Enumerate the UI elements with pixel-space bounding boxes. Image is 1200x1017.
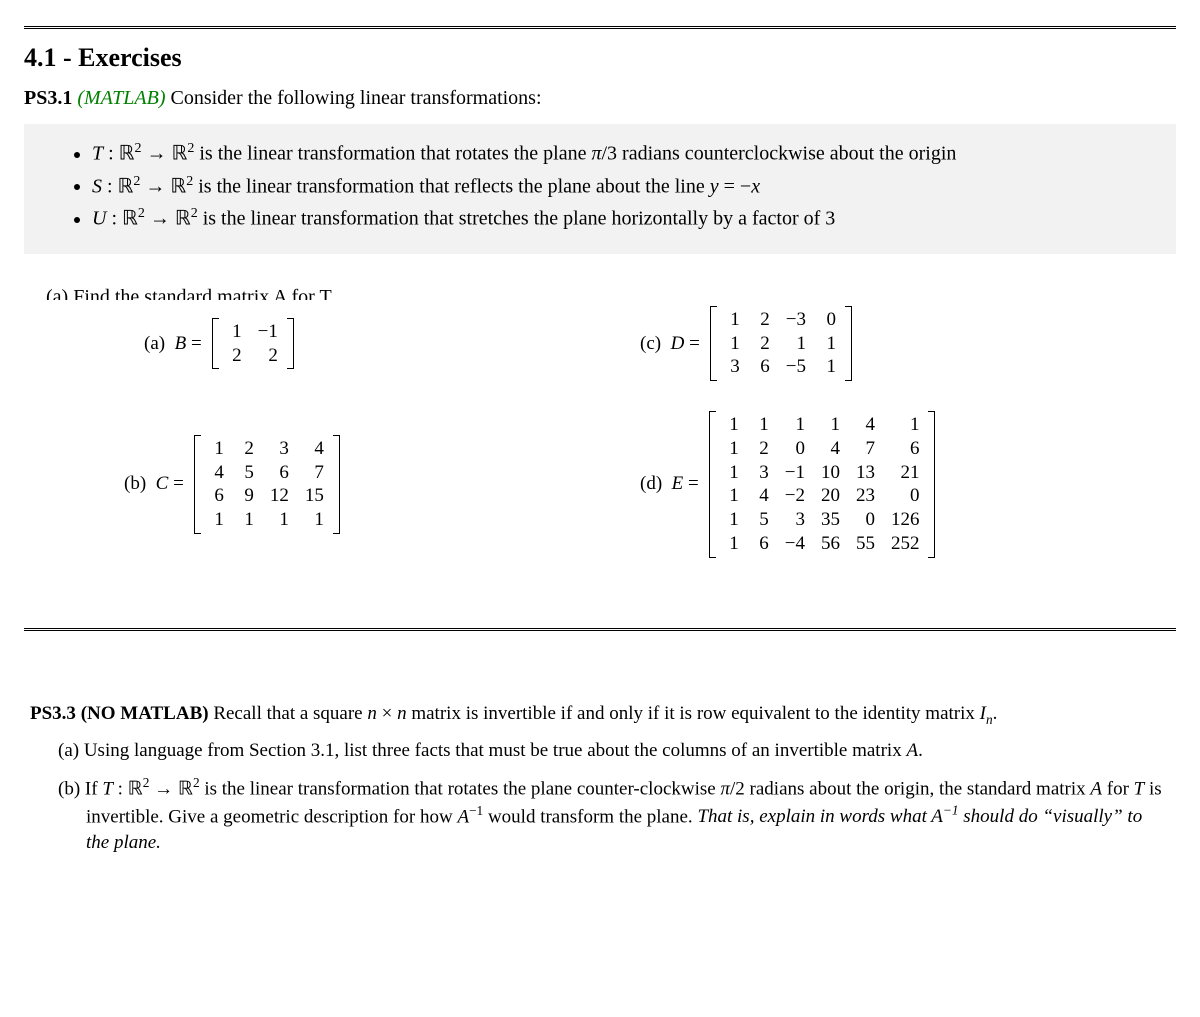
ps33-intro: PS3.3 (NO MATLAB) Recall that a square n… [30,701,1170,729]
ps31-header: PS3.1 (MATLAB) Consider the following li… [24,87,1176,110]
top-rule [24,26,1176,29]
ps33-block: PS3.3 (NO MATLAB) Recall that a square n… [24,701,1176,856]
ps33-label: PS3.3 [30,703,76,724]
nomatlab-tag: (NO MATLAB) [81,703,209,724]
matrix-d-label: (d) E = [640,473,699,495]
ps31-label: PS3.1 [24,87,72,109]
ps33-a: (a) Using language from Section 3.1, lis… [58,738,1170,764]
matrix-b-label: (b) C = [124,473,184,495]
matrix-c-label: (c) D = [640,333,700,355]
matrix-a: (a) B = 1−1 22 [104,318,600,370]
cutoff-line: (a) Find the standard matrix A for T [46,278,1176,300]
ps31-intro: Consider the following linear transforma… [170,87,541,109]
matrix-b: (b) C = 1234 4567 691215 1111 [104,435,600,534]
transform-u: U : ℝ2 → ℝ2 is the linear transformation… [92,203,1156,234]
transform-s: S : ℝ2 → ℝ2 is the linear transformation… [92,171,1156,202]
matrix-d-body: 111141 120476 13−1101321 14−220230 15335… [709,411,936,558]
matrix-c-body: 12−30 1211 36−51 [710,306,852,381]
mid-rule [24,628,1176,631]
matlab-tag: (MATLAB) [77,87,165,109]
matrix-b-body: 1234 4567 691215 1111 [194,435,340,534]
ps33-b-italic: That is, explain in words what A−1 shoul… [86,806,1142,853]
matrix-grid: (a) B = 1−1 22 (c) D = 12−30 1211 36−51 … [24,306,1176,558]
matrix-a-body: 1−1 22 [212,318,294,370]
transformations-box: T : ℝ2 → ℝ2 is the linear transformation… [24,124,1176,254]
matrix-c: (c) D = 12−30 1211 36−51 [640,306,1136,381]
section-title: 4.1 - Exercises [24,43,1176,73]
transform-t: T : ℝ2 → ℝ2 is the linear transformation… [92,138,1156,169]
ps33-b: (b) If T : ℝ2 → ℝ2 is the linear transfo… [58,774,1170,856]
matrix-d: (d) E = 111141 120476 13−1101321 14−2202… [640,411,1136,558]
matrix-a-label: (a) B = [144,333,202,355]
